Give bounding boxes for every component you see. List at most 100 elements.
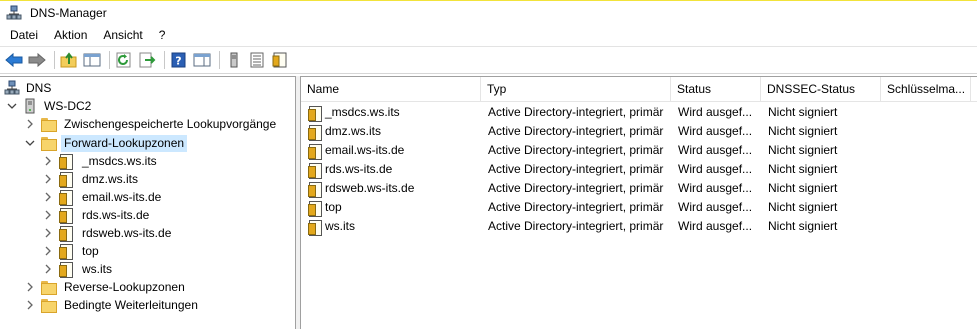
tree-item-server[interactable]: WS-DC2 xyxy=(6,97,94,115)
zone-icon xyxy=(307,219,323,236)
table-row[interactable]: dmz.ws.its Active Directory-integriert, … xyxy=(301,122,977,141)
zone-icon xyxy=(58,243,74,260)
zone-status: Wird ausgef... xyxy=(678,124,753,138)
tree-label: WS-DC2 xyxy=(44,98,92,113)
table-row[interactable]: ws.its Active Directory-integriert, prim… xyxy=(301,217,977,236)
chevron-right-icon[interactable] xyxy=(42,227,54,239)
menu-help[interactable]: ? xyxy=(151,24,174,46)
zone-type: Active Directory-integriert, primär xyxy=(488,219,664,233)
tree-item-zone[interactable]: email.ws-its.de xyxy=(42,188,164,206)
chevron-right-icon[interactable] xyxy=(24,118,36,130)
tree-label: _msdcs.ws.its xyxy=(82,153,157,168)
table-row[interactable]: rdsweb.ws-its.de Active Directory-integr… xyxy=(301,179,977,198)
dns-icon xyxy=(4,80,20,96)
zone-dnssec-status: Nicht signiert xyxy=(768,219,838,233)
show-hide-console-tree-icon[interactable] xyxy=(82,50,102,70)
zone-status: Wird ausgef... xyxy=(678,143,753,157)
tree-item-conditional-forwarders[interactable]: Bedingte Weiterleitungen xyxy=(24,296,201,314)
tree-item-zone[interactable]: rds.ws-its.de xyxy=(42,206,152,224)
zone-icon xyxy=(58,171,74,188)
tree-item-zone[interactable]: top xyxy=(42,242,102,260)
column-header-dnssec-status[interactable]: DNSSEC-Status xyxy=(761,77,881,102)
refresh-icon[interactable] xyxy=(114,50,134,70)
chevron-right-icon[interactable] xyxy=(42,173,54,185)
zone-type: Active Directory-integriert, primär xyxy=(488,162,664,176)
tree-item-reverse-lookup-zones[interactable]: Reverse-Lookupzonen xyxy=(24,278,188,296)
menu-action[interactable]: Aktion xyxy=(46,24,95,46)
zone-dnssec-status: Nicht signiert xyxy=(768,200,838,214)
tree-label: rdsweb.ws-its.de xyxy=(82,225,172,240)
forward-arrow-icon[interactable] xyxy=(27,50,47,70)
zone-icon xyxy=(58,261,74,278)
folder-icon xyxy=(40,279,57,295)
column-header-type[interactable]: Typ xyxy=(481,77,671,102)
up-folder-icon[interactable] xyxy=(59,50,79,70)
menu-bar: Datei Aktion Ansicht ? xyxy=(0,24,977,46)
properties-pane-icon[interactable] xyxy=(192,50,212,70)
tree-item-forward-lookup-zones[interactable]: Forward-Lookupzonen xyxy=(24,134,188,152)
export-list-icon[interactable] xyxy=(137,50,157,70)
zone-icon xyxy=(307,143,323,160)
zone-dnssec-status: Nicht signiert xyxy=(768,105,838,119)
zone-status: Wird ausgef... xyxy=(678,219,753,233)
chevron-right-icon[interactable] xyxy=(24,281,36,293)
zone-icon xyxy=(307,162,323,179)
menu-file[interactable]: Datei xyxy=(0,24,46,46)
chevron-right-icon[interactable] xyxy=(42,209,54,221)
window-title: DNS-Manager xyxy=(30,5,107,20)
zone-status: Wird ausgef... xyxy=(678,200,753,214)
zone-dnssec-status: Nicht signiert xyxy=(768,162,838,176)
zone-name: rds.ws-its.de xyxy=(325,162,393,176)
chevron-right-icon[interactable] xyxy=(42,191,54,203)
server-icon xyxy=(22,98,38,114)
tree-item-zone[interactable]: dmz.ws.its xyxy=(42,170,141,188)
zone-icon xyxy=(307,200,323,217)
zone-name: email.ws-its.de xyxy=(325,143,405,157)
list-view-icon[interactable] xyxy=(247,50,267,70)
zone-view-icon[interactable] xyxy=(270,50,290,70)
zone-dnssec-status: Nicht signiert xyxy=(768,181,838,195)
server-icon[interactable] xyxy=(224,50,244,70)
tree-label: Reverse-Lookupzonen xyxy=(64,279,185,294)
chevron-right-icon[interactable] xyxy=(42,263,54,275)
zone-status: Wird ausgef... xyxy=(678,162,753,176)
zone-status: Wird ausgef... xyxy=(678,105,753,119)
zone-name: top xyxy=(325,200,342,214)
tree-label: dmz.ws.its xyxy=(82,171,139,186)
zone-icon xyxy=(307,105,323,122)
chevron-right-icon[interactable] xyxy=(42,245,54,257)
dns-manager-icon xyxy=(6,5,22,21)
tree-item-dns[interactable]: DNS xyxy=(4,79,54,97)
chevron-right-icon[interactable] xyxy=(42,155,54,167)
tree-label: Zwischengespeicherte Lookupvorgänge xyxy=(64,116,277,131)
tree-label: ws.its xyxy=(82,261,112,276)
zone-icon xyxy=(58,189,74,206)
table-row[interactable]: top Active Directory-integriert, primär … xyxy=(301,198,977,217)
table-row[interactable]: _msdcs.ws.its Active Directory-integrier… xyxy=(301,103,977,122)
tree-item-cached-lookups[interactable]: Zwischengespeicherte Lookupvorgänge xyxy=(24,115,279,133)
zone-type: Active Directory-integriert, primär xyxy=(488,124,664,138)
chevron-down-icon[interactable] xyxy=(24,137,36,149)
toolbar-separator xyxy=(54,51,55,69)
column-header-status[interactable]: Status xyxy=(671,77,761,102)
zone-icon xyxy=(307,181,323,198)
zone-type: Active Directory-integriert, primär xyxy=(488,105,664,119)
tree-item-zone[interactable]: rdsweb.ws-its.de xyxy=(42,224,174,242)
tree-label: top xyxy=(82,243,99,258)
tree-item-zone[interactable]: ws.its xyxy=(42,260,115,278)
zone-name: dmz.ws.its xyxy=(325,124,382,138)
back-arrow-icon[interactable] xyxy=(4,50,24,70)
zone-status: Wird ausgef... xyxy=(678,181,753,195)
tree-item-zone[interactable]: _msdcs.ws.its xyxy=(42,152,160,170)
table-row[interactable]: email.ws-its.de Active Directory-integri… xyxy=(301,141,977,160)
tree-label: DNS xyxy=(26,80,52,95)
column-header-key-master[interactable]: Schlüsselma... xyxy=(881,77,971,102)
chevron-right-icon[interactable] xyxy=(24,299,36,311)
column-header-name[interactable]: Name xyxy=(301,77,481,102)
table-row[interactable]: rds.ws-its.de Active Directory-integrier… xyxy=(301,160,977,179)
menu-view[interactable]: Ansicht xyxy=(95,24,150,46)
chevron-down-icon[interactable] xyxy=(6,100,18,112)
help-icon[interactable]: ? xyxy=(169,50,189,70)
folder-icon xyxy=(40,297,57,313)
zone-type: Active Directory-integriert, primär xyxy=(488,143,664,157)
